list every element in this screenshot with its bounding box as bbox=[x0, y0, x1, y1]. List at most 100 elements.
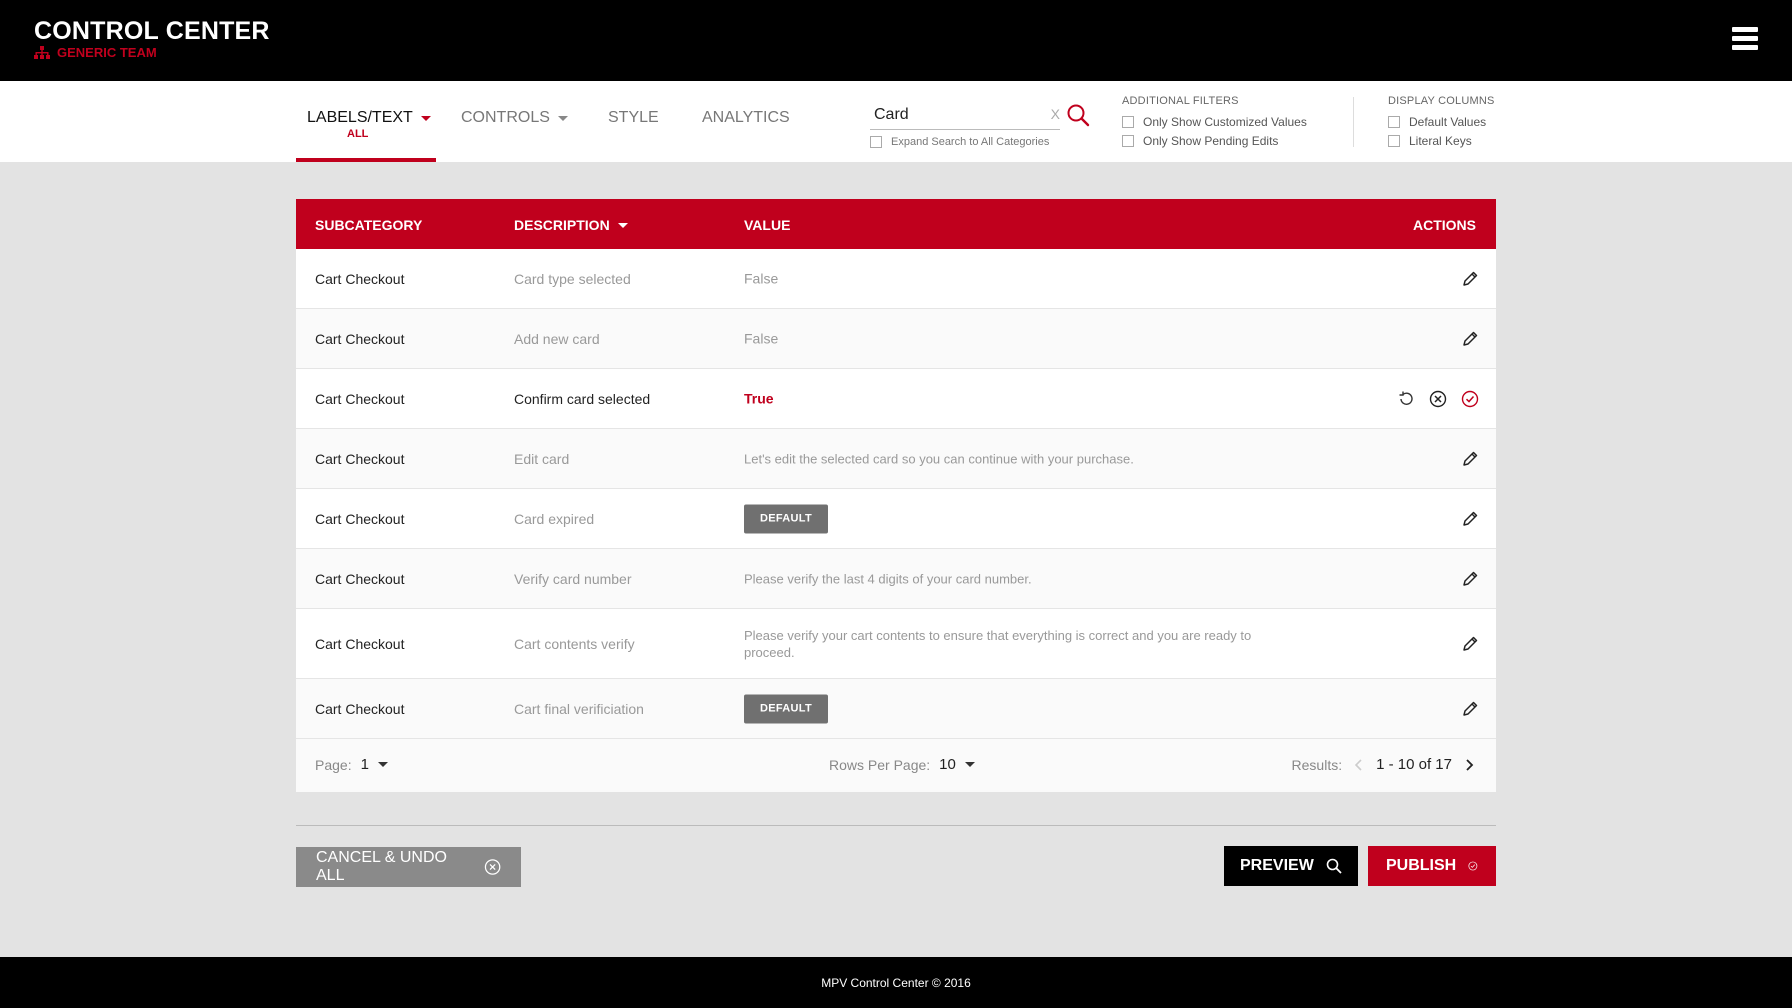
row-description: Cart contents verify bbox=[514, 635, 635, 652]
tab-style[interactable]: STYLE bbox=[608, 109, 659, 127]
preview-button[interactable]: PREVIEW bbox=[1224, 846, 1358, 886]
checkbox[interactable] bbox=[1122, 116, 1134, 128]
row-actions bbox=[1461, 570, 1479, 588]
column-header-description[interactable]: DESCRIPTION bbox=[514, 217, 628, 233]
cancel-undo-all-label: CANCEL & UNDO ALL bbox=[316, 849, 447, 884]
confirm-check-circle-icon[interactable] bbox=[1461, 390, 1479, 408]
results-range: 1 - 10 of 17 bbox=[1376, 756, 1452, 773]
page-value: 1 bbox=[360, 756, 369, 773]
edit-pencil-icon[interactable] bbox=[1461, 700, 1479, 718]
table-row: Cart Checkout Card expired DEFAULT bbox=[296, 489, 1496, 549]
row-value: False bbox=[744, 270, 779, 286]
row-actions bbox=[1461, 510, 1479, 528]
chevron-down-icon bbox=[557, 115, 568, 121]
row-description: Card expired bbox=[514, 510, 595, 527]
display-literal-keys-label: Literal Keys bbox=[1409, 134, 1472, 148]
page-footer: MPV Control Center © 2016 bbox=[0, 957, 1792, 1008]
divider bbox=[296, 825, 1496, 826]
chevron-down-icon bbox=[420, 115, 431, 121]
search-icon bbox=[1326, 858, 1342, 874]
edit-pencil-icon[interactable] bbox=[1461, 270, 1479, 288]
column-header-subcategory[interactable]: SUBCATEGORY bbox=[315, 217, 422, 233]
row-actions bbox=[1397, 390, 1479, 408]
page-selector[interactable]: Page: 1 bbox=[315, 756, 388, 773]
row-subcategory: Cart Checkout bbox=[315, 510, 405, 527]
checkbox[interactable] bbox=[1388, 135, 1400, 147]
row-subcategory: Cart Checkout bbox=[315, 635, 405, 652]
table-row: Cart Checkout Edit card Let's edit the s… bbox=[296, 429, 1496, 489]
display-literal-keys-checkbox[interactable]: Literal Keys bbox=[1388, 134, 1472, 148]
tab-analytics[interactable]: ANALYTICS bbox=[702, 109, 790, 127]
display-default-values-checkbox[interactable]: Default Values bbox=[1388, 115, 1486, 129]
row-value-edited[interactable]: True bbox=[744, 390, 1324, 407]
row-subcategory: Cart Checkout bbox=[315, 450, 405, 467]
filter-pending-checkbox[interactable]: Only Show Pending Edits bbox=[1122, 134, 1278, 148]
column-header-actions: ACTIONS bbox=[1413, 217, 1476, 233]
cancel-undo-all-button[interactable]: CANCEL & UNDO ALL bbox=[296, 847, 521, 887]
publish-button[interactable]: PUBLISH bbox=[1368, 846, 1496, 886]
filter-customized-checkbox[interactable]: Only Show Customized Values bbox=[1122, 115, 1307, 129]
team-selector[interactable]: GENERIC TEAM bbox=[34, 45, 157, 60]
row-subcategory: Cart Checkout bbox=[315, 270, 405, 287]
checkbox[interactable] bbox=[870, 136, 882, 148]
row-description: Edit card bbox=[514, 450, 570, 467]
row-subcategory: Cart Checkout bbox=[315, 390, 405, 407]
search-icon[interactable] bbox=[1066, 103, 1090, 127]
filter-customized-label: Only Show Customized Values bbox=[1143, 115, 1307, 129]
checkbox[interactable] bbox=[1388, 116, 1400, 128]
edit-pencil-icon[interactable] bbox=[1461, 330, 1479, 348]
publish-label: PUBLISH bbox=[1386, 857, 1457, 874]
column-header-description-label: DESCRIPTION bbox=[514, 217, 610, 233]
cancel-circle-x-icon[interactable] bbox=[1429, 390, 1447, 408]
row-actions bbox=[1461, 270, 1479, 288]
column-header-value-label: VALUE bbox=[744, 217, 791, 233]
table-row: Cart Checkout Verify card number Please … bbox=[296, 549, 1496, 609]
column-header-value[interactable]: VALUE bbox=[744, 217, 790, 233]
tab-controls[interactable]: CONTROLS bbox=[461, 109, 568, 127]
chevron-down-icon bbox=[377, 762, 388, 767]
table-row-editing: Cart Checkout Confirm card selected True bbox=[296, 369, 1496, 429]
search-input[interactable] bbox=[870, 102, 1030, 128]
default-badge: DEFAULT bbox=[744, 504, 829, 533]
expand-search-checkbox[interactable]: Expand Search to All Categories bbox=[870, 136, 1049, 148]
hamburger-menu-icon[interactable] bbox=[1732, 27, 1758, 53]
row-value: False bbox=[744, 330, 779, 346]
row-subcategory: Cart Checkout bbox=[315, 570, 405, 587]
chevron-left-icon[interactable] bbox=[1354, 758, 1364, 772]
search-box: X bbox=[870, 102, 1060, 130]
chevron-right-icon[interactable] bbox=[1464, 758, 1474, 772]
search-clear-button[interactable]: X bbox=[1051, 106, 1060, 122]
tab-labels-text[interactable]: LABELS/TEXT bbox=[307, 109, 431, 127]
edit-pencil-icon[interactable] bbox=[1461, 450, 1479, 468]
team-name: GENERIC TEAM bbox=[57, 45, 157, 60]
row-value: Let's edit the selected card so you can … bbox=[744, 451, 1134, 466]
edit-pencil-icon[interactable] bbox=[1461, 570, 1479, 588]
divider bbox=[1353, 97, 1354, 147]
category-toolbar: LABELS/TEXT ALL CONTROLS STYLE ANALYTICS… bbox=[0, 81, 1792, 162]
close-circle-icon bbox=[484, 859, 501, 875]
additional-filters-heading: ADDITIONAL FILTERS bbox=[1122, 95, 1239, 107]
filter-pending-label: Only Show Pending Edits bbox=[1143, 134, 1279, 148]
edit-pencil-icon[interactable] bbox=[1461, 510, 1479, 528]
row-value: Please verify your cart contents to ensu… bbox=[744, 627, 1252, 660]
column-header-subcategory-label: SUBCATEGORY bbox=[315, 217, 423, 233]
row-description: Add new card bbox=[514, 330, 600, 347]
top-header: CONTROL CENTER GENERIC TEAM bbox=[0, 0, 1792, 81]
rows-per-page-selector[interactable]: Rows Per Page: 10 bbox=[829, 756, 975, 773]
display-columns-heading: DISPLAY COLUMNS bbox=[1388, 95, 1495, 107]
undo-icon[interactable] bbox=[1397, 390, 1415, 408]
rows-per-page-value: 10 bbox=[939, 756, 956, 773]
table-row: Cart Checkout Card type selected False bbox=[296, 249, 1496, 309]
row-actions bbox=[1461, 450, 1479, 468]
results-label: Results: bbox=[1291, 756, 1343, 773]
tab-style-label: STYLE bbox=[608, 109, 659, 126]
row-description: Confirm card selected bbox=[514, 390, 651, 407]
table-header: SUBCATEGORY DESCRIPTION VALUE ACTIONS bbox=[296, 199, 1496, 249]
tab-labels-text-label: LABELS/TEXT bbox=[307, 109, 413, 126]
edit-pencil-icon[interactable] bbox=[1461, 635, 1479, 653]
chevron-down-icon bbox=[964, 762, 975, 767]
checkbox[interactable] bbox=[1122, 135, 1134, 147]
row-actions bbox=[1461, 635, 1479, 653]
row-description: Cart final verificiation bbox=[514, 700, 644, 717]
rows-per-page-label: Rows Per Page: bbox=[829, 756, 931, 773]
